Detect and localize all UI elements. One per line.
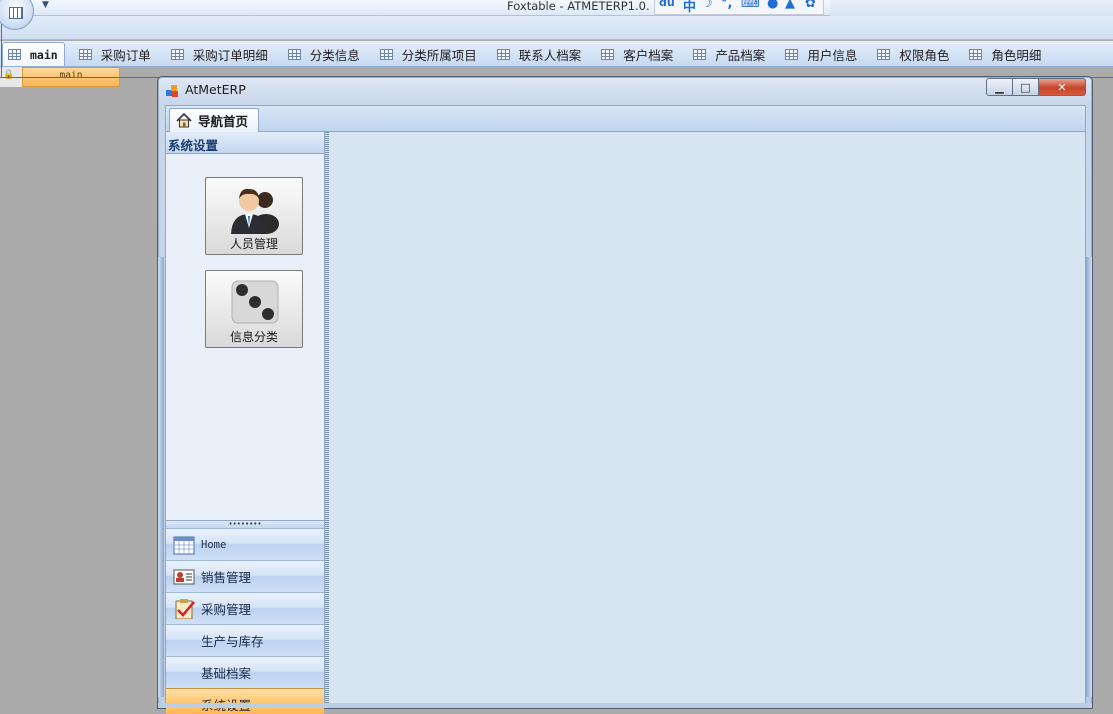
ime-chinese-mode-icon[interactable]: 中: [683, 0, 696, 15]
window-app-icon: [166, 85, 178, 97]
ime-keyboard-icon[interactable]: ⌨: [741, 0, 760, 11]
table-tab-category-info[interactable]: 分类信息: [282, 42, 374, 66]
table-icon: [693, 48, 707, 60]
main-content-area: [329, 132, 1085, 704]
table-icon: [877, 48, 891, 60]
nav-item-home[interactable]: Home: [166, 528, 324, 560]
titlebar-right-area: [830, 0, 1113, 16]
table-tab-user-info[interactable]: 用户信息: [779, 42, 871, 66]
contact-card-icon: [173, 569, 195, 584]
users-icon: [231, 188, 279, 234]
table-icon: [785, 48, 799, 60]
table-icon: [601, 48, 615, 60]
table-icon: [8, 49, 21, 60]
ime-baidu-icon[interactable]: du: [659, 0, 675, 9]
minimize-button[interactable]: ▁: [986, 78, 1013, 96]
ime-toolbar: du 中 ☽ °, ⌨ ● ▲ ✿: [654, 0, 824, 15]
table-icon: [170, 48, 184, 60]
table-tab-main[interactable]: main: [2, 42, 65, 66]
navigation-panel: 系统设置 人员管理 信息分类 •••••••• Home 销售管理 采购管理 生…: [166, 132, 325, 714]
nav-item-production-inventory[interactable]: 生产与库存: [166, 624, 324, 656]
tab-navigation-home[interactable]: 导航首页: [169, 108, 259, 132]
nav-item-purchasing[interactable]: 采购管理: [166, 592, 324, 624]
ime-user-icon[interactable]: ●: [767, 0, 778, 11]
window-left-border: [158, 257, 164, 697]
table-tab-bar: main 采购订单 采购订单明细 分类信息 分类所属项目 联系人档案 客户档案 …: [0, 41, 1113, 67]
ribbon-strip: [0, 16, 1113, 40]
table-tab-roles[interactable]: 权限角色: [871, 42, 963, 66]
table-tab-contacts[interactable]: 联系人档案: [491, 42, 596, 66]
erp-window: AtMetERP ▁ □ ✕ 导航首页 系统设置 人员管理 信息分类 •••••…: [157, 76, 1093, 714]
window-title: AtMetERP: [185, 82, 246, 97]
dice-icon: [231, 280, 279, 324]
table-tab-customers[interactable]: 客户档案: [595, 42, 687, 66]
info-category-button[interactable]: 信息分类: [205, 270, 303, 348]
table-icon: [379, 48, 393, 60]
nav-item-system-settings[interactable]: 系统设置: [166, 688, 324, 714]
window-bottom-border: [158, 703, 1092, 708]
lock-icon: 🔒: [3, 70, 15, 80]
window-right-border: [1086, 257, 1092, 697]
ime-skin-icon[interactable]: ▲: [785, 0, 795, 11]
clipboard-check-icon: [175, 598, 195, 619]
table-tab-purchase-order-detail[interactable]: 采购订单明细: [165, 42, 282, 66]
personnel-management-button[interactable]: 人员管理: [205, 177, 303, 255]
table-tab-products[interactable]: 产品档案: [687, 42, 779, 66]
window-client-area: 导航首页 系统设置 人员管理 信息分类 •••••••• Home 销售管理 采…: [165, 105, 1086, 714]
table-icon: [969, 48, 983, 60]
table-icon: [9, 7, 23, 19]
home-icon: [176, 113, 192, 128]
maximize-button[interactable]: □: [1012, 78, 1039, 96]
nav-item-sales[interactable]: 销售管理: [166, 560, 324, 592]
calendar-icon: [173, 536, 195, 554]
ime-punctuation-icon[interactable]: °,: [721, 0, 732, 11]
table-icon: [78, 48, 92, 60]
ime-halfwidth-icon[interactable]: ☽: [701, 0, 713, 11]
table-tab-purchase-order[interactable]: 采购订单: [73, 42, 165, 66]
table-icon: [496, 48, 510, 60]
table-tab-category-items[interactable]: 分类所属项目: [374, 42, 491, 66]
group-header: 系统设置: [166, 132, 324, 154]
quick-access-dropdown-icon[interactable]: ▼: [42, 0, 49, 10]
app-titlebar: ▼ Foxtable - ATMETERP1.0. du 中 ☽ °, ⌨ ● …: [0, 0, 1113, 16]
nav-splitter-grip[interactable]: ••••••••: [166, 520, 324, 528]
nav-item-basic-records[interactable]: 基础档案: [166, 656, 324, 688]
table-icon: [287, 48, 301, 60]
close-button[interactable]: ✕: [1038, 78, 1086, 96]
ime-settings-icon[interactable]: ✿: [805, 0, 816, 11]
button-label: 信息分类: [229, 330, 278, 344]
button-label: 人员管理: [229, 237, 278, 251]
app-title: Foxtable - ATMETERP1.0.: [507, 0, 650, 13]
table-tab-role-detail[interactable]: 角色明细: [963, 42, 1055, 66]
document-tab-row: 导航首页: [166, 106, 1085, 132]
